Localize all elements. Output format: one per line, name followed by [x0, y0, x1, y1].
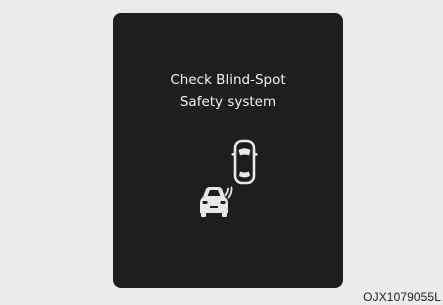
cluster-display: Check Blind-Spot Safety system — [113, 13, 343, 288]
warning-message: Check Blind-Spot Safety system — [113, 69, 343, 113]
warning-line-1: Check Blind-Spot — [170, 72, 286, 88]
figure-code: OJX1079055L — [363, 290, 441, 304]
blind-spot-vehicles-icon — [200, 139, 258, 217]
sensor-waves-icon — [224, 186, 233, 199]
warning-line-2: Safety system — [179, 94, 277, 110]
